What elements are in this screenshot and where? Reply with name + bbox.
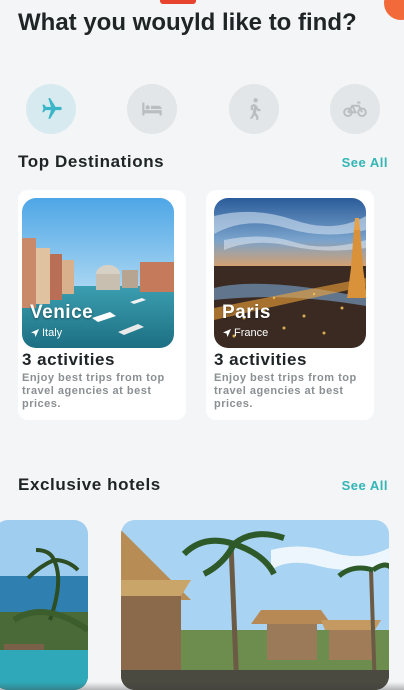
- page-title: What you wouyld like to find?: [18, 9, 357, 36]
- hotel-card[interactable]: [0, 520, 88, 690]
- hotel-card[interactable]: [121, 520, 389, 690]
- category-hotels-button[interactable]: [127, 84, 177, 134]
- location-arrow-icon: [31, 329, 39, 337]
- destination-description: Enjoy best trips from top travel agencie…: [22, 372, 165, 410]
- exclusive-hotels-title: Exclusive hotels: [18, 475, 161, 494]
- destination-country-label: Italy: [42, 327, 63, 339]
- destination-card-paris[interactable]: Paris France 3 activities Enjoy best tri…: [206, 190, 374, 420]
- hotel-photo: [121, 520, 389, 690]
- destination-activities-count: 3 activities: [214, 350, 307, 369]
- category-flights-button[interactable]: [26, 84, 76, 134]
- airplane-icon: [42, 98, 62, 119]
- bicycle-icon: [343, 101, 367, 118]
- top-destinations-title: Top Destinations: [18, 152, 165, 171]
- destination-city: Paris: [222, 302, 271, 323]
- bottom-edge-shadow: [0, 682, 404, 690]
- bed-icon: [142, 102, 162, 116]
- walking-person-icon: [249, 98, 261, 120]
- category-selector: [26, 84, 386, 136]
- destination-description: Enjoy best trips from top travel agencie…: [214, 372, 357, 410]
- destination-country-label: France: [234, 327, 269, 339]
- location-arrow-icon: [223, 329, 231, 337]
- destination-city: Venice: [30, 302, 94, 323]
- top-destinations-see-all-link[interactable]: See All: [342, 155, 388, 170]
- hotel-photo: [0, 520, 88, 690]
- destination-activities-count: 3 activities: [22, 350, 115, 369]
- venice-photo: Venice Italy: [22, 198, 174, 348]
- exclusive-hotels-see-all-link[interactable]: See All: [342, 478, 388, 493]
- category-activities-button[interactable]: [229, 84, 279, 134]
- destination-country: France: [222, 327, 268, 339]
- corner-badge[interactable]: [384, 0, 404, 20]
- category-bike-button[interactable]: [330, 84, 380, 134]
- destination-country: Italy: [30, 327, 62, 339]
- destination-card-venice[interactable]: Venice Italy 3 activities Enjoy best tri…: [18, 190, 186, 420]
- paris-photo: Paris France: [214, 198, 366, 348]
- top-indicator: [160, 0, 196, 4]
